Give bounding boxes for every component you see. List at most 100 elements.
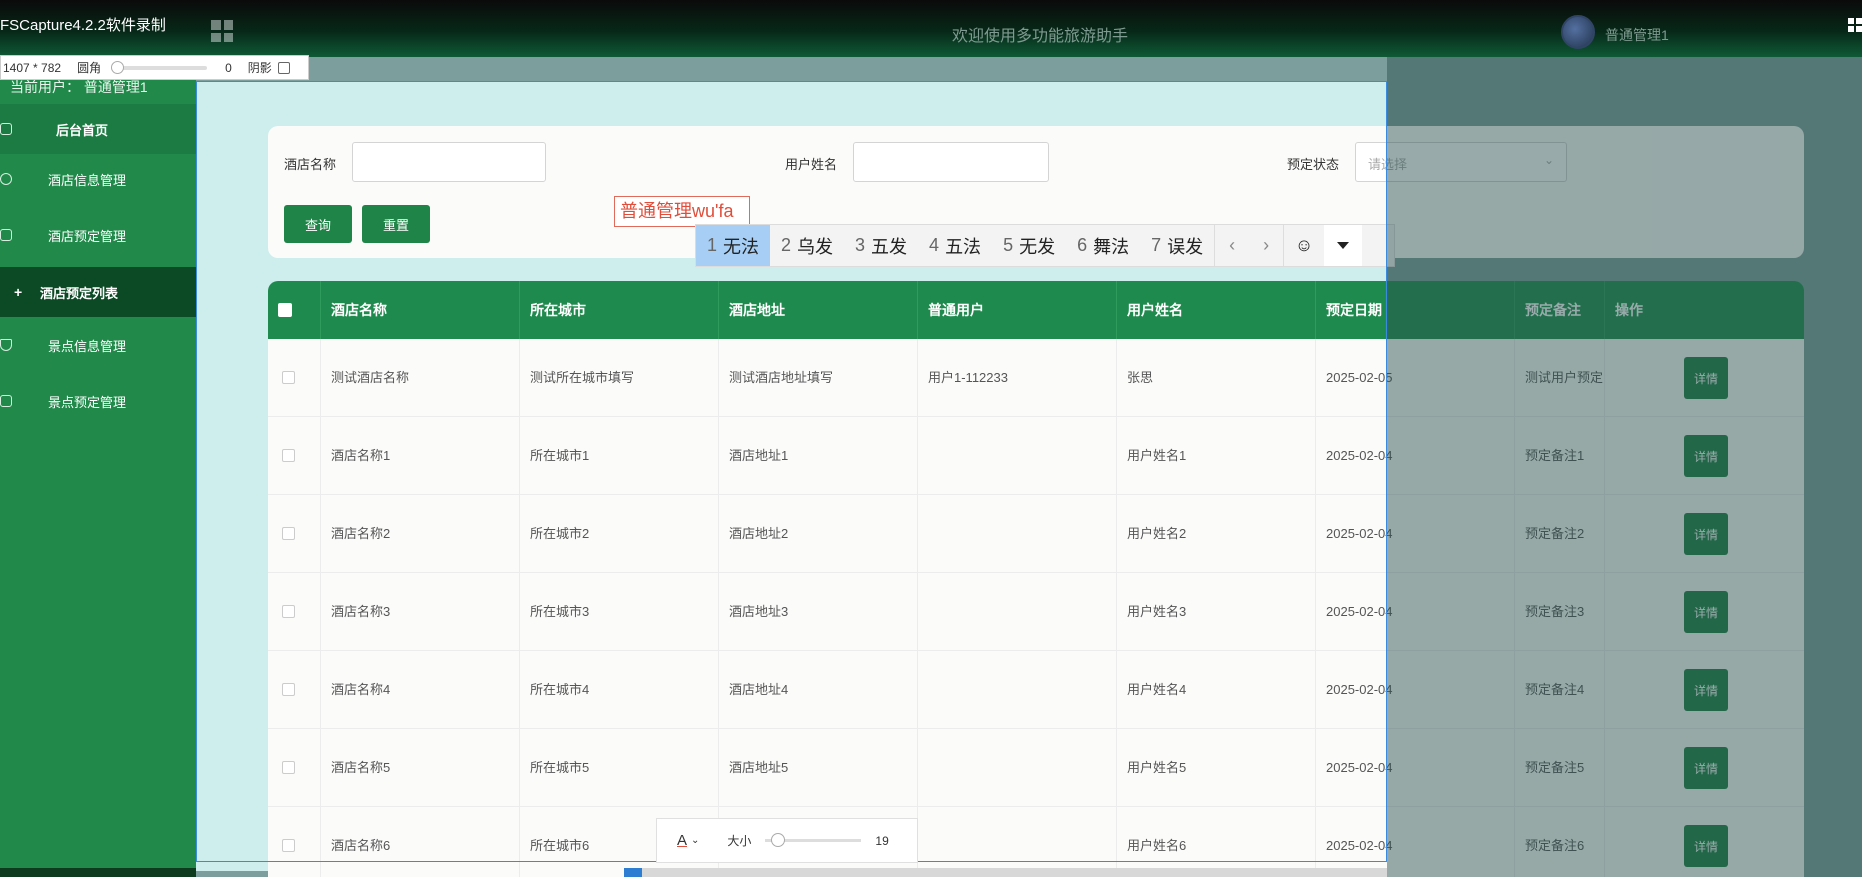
table-cell bbox=[918, 651, 1117, 729]
status-placeholder: 请选择 bbox=[1368, 157, 1408, 172]
detail-button[interactable]: 详情 bbox=[1684, 357, 1728, 399]
table-cell: 用户姓名2 bbox=[1117, 495, 1316, 573]
ime-candidate-number: 7 bbox=[1151, 235, 1162, 255]
ime-candidate[interactable]: 7 误发 bbox=[1140, 225, 1214, 266]
table-row: 酒店名称1 所在城市1 酒店地址1 用户姓名1 2025-02-04 预定备注1 详情 bbox=[268, 417, 1804, 495]
slider-knob[interactable] bbox=[111, 60, 125, 74]
table-cell: 所在城市4 bbox=[520, 651, 719, 729]
row-checkbox[interactable] bbox=[282, 605, 295, 618]
detail-button[interactable]: 详情 bbox=[1684, 825, 1728, 867]
font-color-icon[interactable]: A bbox=[677, 832, 687, 849]
column-header[interactable]: 酒店名称 bbox=[321, 281, 520, 339]
table-cell: 2025-02-04 bbox=[1316, 807, 1515, 877]
ime-prev-page-icon[interactable]: ‹ bbox=[1215, 235, 1249, 256]
detail-button[interactable]: 详情 bbox=[1684, 747, 1728, 789]
sidebar-item-scenic-info[interactable]: 景点信息管理 bbox=[0, 320, 196, 370]
row-select-cell bbox=[268, 339, 321, 417]
table-cell: 用户姓名4 bbox=[1117, 651, 1316, 729]
table-cell: 2025-02-04 bbox=[1316, 573, 1515, 651]
fullscreen-icon[interactable] bbox=[1848, 18, 1862, 32]
radius-label: 圆角 bbox=[77, 61, 102, 75]
table-cell: 用户1-112233 bbox=[918, 339, 1117, 417]
column-header[interactable]: 所在城市 bbox=[520, 281, 719, 339]
table-cell: 用户姓名5 bbox=[1117, 729, 1316, 807]
home-icon bbox=[0, 123, 12, 135]
table-cell: 2025-02-04 bbox=[1316, 495, 1515, 573]
row-checkbox[interactable] bbox=[282, 371, 295, 384]
row-checkbox[interactable] bbox=[282, 449, 295, 462]
status-select[interactable]: 请选择 ⌄ bbox=[1355, 142, 1567, 182]
shadow-checkbox[interactable] bbox=[277, 61, 290, 74]
row-checkbox[interactable] bbox=[282, 683, 295, 696]
table-cell: 酒店地址3 bbox=[719, 573, 918, 651]
ime-candidate-number: 2 bbox=[781, 235, 792, 255]
radius-slider[interactable] bbox=[111, 60, 208, 74]
row-select-cell bbox=[268, 729, 321, 807]
user-name-input[interactable] bbox=[853, 142, 1049, 182]
ime-candidate[interactable]: 3 五发 bbox=[844, 225, 918, 266]
table-cell: 酒店名称4 bbox=[321, 651, 520, 729]
column-header[interactable]: 酒店地址 bbox=[719, 281, 918, 339]
table-cell: 酒店地址1 bbox=[719, 417, 918, 495]
detail-button[interactable]: 详情 bbox=[1684, 591, 1728, 633]
size-slider[interactable] bbox=[765, 833, 862, 847]
column-header[interactable]: 预定备注 bbox=[1515, 281, 1605, 339]
row-checkbox[interactable] bbox=[282, 839, 295, 852]
ime-candidate[interactable]: 5 无发 bbox=[992, 225, 1066, 266]
ime-candidate-number: 3 bbox=[855, 235, 866, 255]
row-checkbox[interactable] bbox=[282, 527, 295, 540]
sidebar: 当前用户： 普通管理1 后台首页 酒店信息管理 酒店预定管理 + 酒店预定列表 … bbox=[0, 57, 196, 877]
radius-value: 0 bbox=[225, 60, 232, 75]
row-select-cell bbox=[268, 807, 321, 877]
menu-grid-icon[interactable] bbox=[211, 20, 233, 42]
table-cell: 酒店名称6 bbox=[321, 807, 520, 877]
sidebar-item-label: 酒店信息管理 bbox=[48, 172, 127, 188]
scrollbar-thumb[interactable] bbox=[624, 868, 642, 877]
row-checkbox[interactable] bbox=[282, 761, 295, 774]
shield-icon bbox=[0, 339, 12, 351]
table-cell: 酒店地址2 bbox=[719, 495, 918, 573]
table-cell: 测试酒店地址填写 bbox=[719, 339, 918, 417]
hotel-name-input[interactable] bbox=[352, 142, 546, 182]
table-cell: 酒店地址5 bbox=[719, 729, 918, 807]
chevron-down-icon[interactable]: ⌄ bbox=[691, 835, 699, 846]
sidebar-item-home[interactable]: 后台首页 bbox=[0, 104, 196, 154]
table-cell: 酒店名称1 bbox=[321, 417, 520, 495]
table-header: 酒店名称 所在城市 酒店地址 普通用户 用户姓名 预定日期 预定备注 操作 bbox=[268, 281, 1804, 339]
column-header[interactable]: 用户姓名 bbox=[1117, 281, 1316, 339]
avatar[interactable] bbox=[1561, 15, 1595, 49]
horizontal-scrollbar[interactable] bbox=[624, 868, 1387, 877]
header-user-name[interactable]: 普通管理1 bbox=[1605, 25, 1669, 45]
column-header[interactable]: 预定日期 bbox=[1316, 281, 1515, 339]
emoji-icon[interactable]: ☺ bbox=[1284, 235, 1324, 256]
ime-candidate-text: 五发 bbox=[871, 236, 908, 257]
row-select-cell bbox=[268, 651, 321, 729]
sidebar-item-hotel-booking[interactable]: 酒店预定管理 bbox=[0, 210, 196, 260]
ime-candidate[interactable]: 1 无法 bbox=[696, 225, 771, 266]
detail-button[interactable]: 详情 bbox=[1684, 669, 1728, 711]
ime-candidate[interactable]: 4 五法 bbox=[918, 225, 992, 266]
query-button[interactable]: 查询 bbox=[284, 205, 352, 243]
ime-candidate[interactable]: 6 舞法 bbox=[1066, 225, 1140, 266]
table-cell: 测试所在城市填写 bbox=[520, 339, 719, 417]
ime-candidate-text: 乌发 bbox=[797, 236, 834, 257]
ime-candidate-number: 5 bbox=[1003, 235, 1014, 255]
detail-button[interactable]: 详情 bbox=[1684, 513, 1728, 555]
text-style-toolbar: A ⌄ 大小 19 bbox=[656, 818, 918, 863]
ime-next-page-icon[interactable]: › bbox=[1249, 235, 1283, 256]
sidebar-item-hotel-booking-list[interactable]: + 酒店预定列表 bbox=[0, 267, 196, 317]
table-cell: 预定备注1 bbox=[1515, 417, 1605, 495]
sidebar-item-scenic-booking[interactable]: 景点预定管理 bbox=[0, 376, 196, 426]
ime-expand-button[interactable] bbox=[1324, 225, 1363, 266]
column-header[interactable]: 普通用户 bbox=[918, 281, 1117, 339]
slider-knob[interactable] bbox=[771, 833, 786, 847]
ime-candidate-text: 五法 bbox=[945, 236, 982, 257]
sidebar-item-hotel-info[interactable]: 酒店信息管理 bbox=[0, 154, 196, 204]
ime-candidate[interactable]: 2 乌发 bbox=[770, 225, 844, 266]
ime-candidate-number: 1 bbox=[707, 235, 718, 255]
table-row: 酒店名称2 所在城市2 酒店地址2 用户姓名2 2025-02-04 预定备注2 详情 bbox=[268, 495, 1804, 573]
sidebar-footer bbox=[0, 868, 196, 877]
select-all-checkbox[interactable] bbox=[278, 303, 292, 317]
reset-button[interactable]: 重置 bbox=[362, 205, 430, 243]
detail-button[interactable]: 详情 bbox=[1684, 435, 1728, 477]
